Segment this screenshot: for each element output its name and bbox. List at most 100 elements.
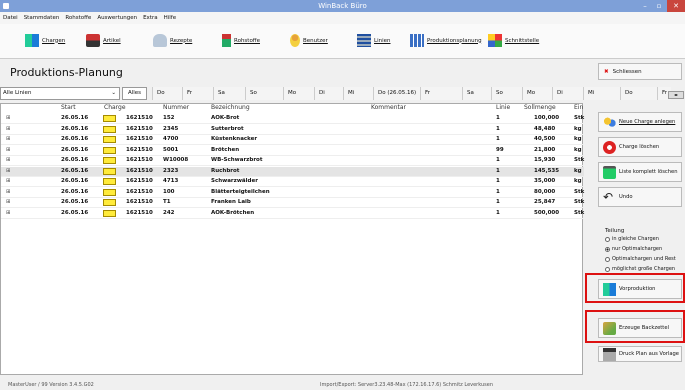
schliessen-button[interactable]: ✖ Schliessen bbox=[598, 63, 682, 80]
linie-cell: 1 bbox=[496, 157, 500, 163]
plus-expand-icon[interactable]: ⊞ bbox=[6, 189, 11, 195]
liste-loeschen-button[interactable]: Liste komplett löschen bbox=[598, 162, 682, 182]
folder-icon[interactable] bbox=[103, 199, 116, 206]
table-row[interactable]: ⊞ 26.05.16 1621510 152 AOK-Brot 1 100,000 Stk bbox=[1, 114, 584, 124]
maximize-button[interactable]: ▫ bbox=[652, 0, 666, 12]
table-row[interactable]: ⊞ 26.05.16 1621510 2345 Sutterbrot 1 48,480 kg bbox=[1, 125, 584, 135]
day-header[interactable]: Fr bbox=[182, 87, 213, 100]
col-charge[interactable]: Charge bbox=[104, 104, 126, 111]
day-header[interactable]: Fr bbox=[420, 87, 462, 100]
toolbar-rohstoffe-button[interactable]: Rohstoffe bbox=[222, 34, 260, 47]
undo-button[interactable]: ↶ Undo bbox=[598, 187, 682, 207]
col-sollmenge[interactable]: Sollmenge bbox=[524, 104, 556, 111]
day-scroll-arrows[interactable]: ◂▸ bbox=[668, 91, 684, 99]
plus-expand-icon[interactable]: ⊞ bbox=[6, 168, 11, 174]
plus-expand-icon[interactable]: ⊞ bbox=[6, 136, 11, 142]
plus-expand-icon[interactable]: ⊞ bbox=[6, 115, 11, 121]
toolbar-linien-button[interactable]: Linien bbox=[357, 34, 390, 47]
folder-icon[interactable] bbox=[103, 115, 116, 122]
day-header[interactable]: So bbox=[491, 87, 522, 100]
vorproduktion-button[interactable]: Vorproduktion bbox=[598, 279, 682, 299]
table-row[interactable]: ⊞ 26.05.16 1621510 4700 Küstenknacker 1 40,500… bbox=[1, 135, 584, 145]
folder-icon[interactable] bbox=[103, 136, 116, 143]
table-row[interactable]: ⊞ 26.05.16 1621510 2323 Ruchbrot 1 145,535 kg bbox=[1, 166, 584, 177]
day-header[interactable]: Sa bbox=[462, 87, 491, 100]
close-x-icon: ✖ bbox=[604, 68, 609, 75]
menu-rohstoffe[interactable]: Rohstoffe bbox=[65, 15, 91, 21]
table-row[interactable]: ⊞ 26.05.16 1621510 W10008 WB-Schwarzbrot 1 15,… bbox=[1, 156, 584, 166]
folder-icon[interactable] bbox=[103, 209, 116, 217]
alles-button[interactable]: Alles bbox=[122, 87, 147, 100]
toolbar-chargen-button[interactable]: Chargen bbox=[25, 34, 65, 47]
start-cell: 26.05.16 bbox=[61, 157, 89, 163]
split-option-optimal[interactable]: nur Optimalchargen bbox=[605, 246, 662, 252]
day-header[interactable]: Sa bbox=[213, 87, 245, 100]
col-einheit[interactable]: Ein bbox=[574, 104, 583, 111]
folder-icon[interactable] bbox=[103, 167, 116, 175]
charge-cell: 1621510 bbox=[126, 136, 153, 142]
day-header[interactable]: Di bbox=[314, 87, 343, 100]
plus-expand-icon[interactable]: ⊞ bbox=[6, 126, 11, 132]
menu-stammdaten[interactable]: Stammdaten bbox=[24, 15, 60, 21]
day-header[interactable]: Do (26.05.16) bbox=[373, 87, 420, 100]
toolbar-schnittstelle-button[interactable]: Schnittstelle bbox=[488, 34, 539, 47]
col-bezeichnung[interactable]: Bezeichnung bbox=[211, 104, 250, 111]
col-nummer[interactable]: Nummer bbox=[163, 104, 189, 111]
charge-cell: 1621510 bbox=[126, 115, 153, 121]
plus-expand-icon[interactable]: ⊞ bbox=[6, 210, 11, 216]
folder-icon[interactable] bbox=[103, 146, 116, 154]
col-start[interactable]: Start bbox=[61, 104, 76, 111]
day-header[interactable]: Mi bbox=[583, 87, 620, 100]
title-bar: WinBack Büro bbox=[0, 0, 685, 12]
sollmenge-cell: 500,000 bbox=[534, 209, 560, 216]
menu-datei[interactable]: Datei bbox=[3, 15, 18, 21]
toolbar-rezepte-button[interactable]: Rezepte bbox=[153, 34, 192, 47]
folder-icon[interactable] bbox=[103, 188, 116, 196]
day-header[interactable]: Do bbox=[620, 87, 657, 100]
nummer-cell: T1 bbox=[163, 199, 171, 205]
table-row[interactable]: ⊞ 26.05.16 1621510 242 AOK-Brötchen 1 500,000 S… bbox=[1, 209, 584, 219]
split-option-gleiche[interactable]: in gleiche Chargen bbox=[605, 236, 659, 242]
split-option-gross[interactable]: möglichst große Chargen bbox=[605, 266, 675, 272]
folder-icon[interactable] bbox=[103, 157, 116, 164]
undo-icon: ↶ bbox=[603, 189, 614, 204]
table-row[interactable]: ⊞ 26.05.16 1621510 5001 Brötchen 99 21,800 kg bbox=[1, 146, 584, 156]
toolbar-produktionsplanung-button[interactable]: Produktionsplanung bbox=[410, 34, 482, 47]
table-row[interactable]: ⊞ 26.05.16 1621510 100 Blätterteigteilchen 1 8… bbox=[1, 188, 584, 198]
split-option-optimal-rest[interactable]: Optimalchargen und Rest bbox=[605, 256, 676, 262]
menu-hilfe[interactable]: Hilfe bbox=[164, 15, 177, 21]
table-row[interactable]: ⊞ 26.05.16 1621510 T1 Franken Laib 1 25,847 Stk bbox=[1, 198, 584, 208]
menu-auswertungen[interactable]: Auswertungen bbox=[97, 15, 137, 21]
day-header[interactable]: Mo bbox=[283, 87, 314, 100]
plus-expand-icon[interactable]: ⊞ bbox=[6, 178, 11, 184]
druck-plan-button[interactable]: Druck Plan aus Vorlage bbox=[598, 346, 682, 362]
table-row[interactable]: ⊞ 26.05.16 1621510 4713 Schwarzwälder 1 35,000… bbox=[1, 177, 584, 187]
minimize-button[interactable]: – bbox=[638, 0, 652, 12]
vorproduktion-label: Vorproduktion bbox=[619, 286, 656, 292]
close-window-button[interactable]: ✕ bbox=[667, 0, 685, 12]
charge-loeschen-button[interactable]: Charge löschen bbox=[598, 137, 682, 157]
day-header[interactable]: Do bbox=[152, 87, 182, 100]
menu-extra[interactable]: Extra bbox=[143, 15, 158, 21]
col-kommentar[interactable]: Kommentar bbox=[371, 104, 406, 111]
day-header[interactable]: Mo bbox=[522, 87, 552, 100]
plus-expand-icon[interactable]: ⊞ bbox=[6, 147, 11, 153]
folder-icon[interactable] bbox=[103, 178, 116, 185]
bezeichnung-cell: WB-Schwarzbrot bbox=[211, 157, 263, 163]
charge-loeschen-label: Charge löschen bbox=[619, 144, 660, 150]
day-header[interactable]: So bbox=[245, 87, 283, 100]
backzettel-button[interactable]: Erzeuge Backzettel bbox=[598, 318, 682, 338]
day-header[interactable]: Di bbox=[552, 87, 583, 100]
folder-icon[interactable] bbox=[103, 125, 116, 133]
sollmenge-cell: 25,847 bbox=[534, 199, 556, 205]
linie-cell: 1 bbox=[496, 115, 500, 121]
day-header[interactable]: Mi bbox=[343, 87, 373, 100]
toolbar-artikel-button[interactable]: Artikel bbox=[86, 34, 121, 47]
toolbar-benutzer-button[interactable]: Benutzer bbox=[290, 34, 328, 47]
line-select[interactable]: Alle Linien ⌄ bbox=[0, 87, 120, 100]
linie-cell: 1 bbox=[496, 125, 500, 132]
col-linie[interactable]: Linie bbox=[496, 104, 510, 111]
plus-expand-icon[interactable]: ⊞ bbox=[6, 157, 11, 163]
neue-charge-button[interactable]: Neue Charge anlegen bbox=[598, 112, 682, 132]
plus-expand-icon[interactable]: ⊞ bbox=[6, 199, 11, 205]
